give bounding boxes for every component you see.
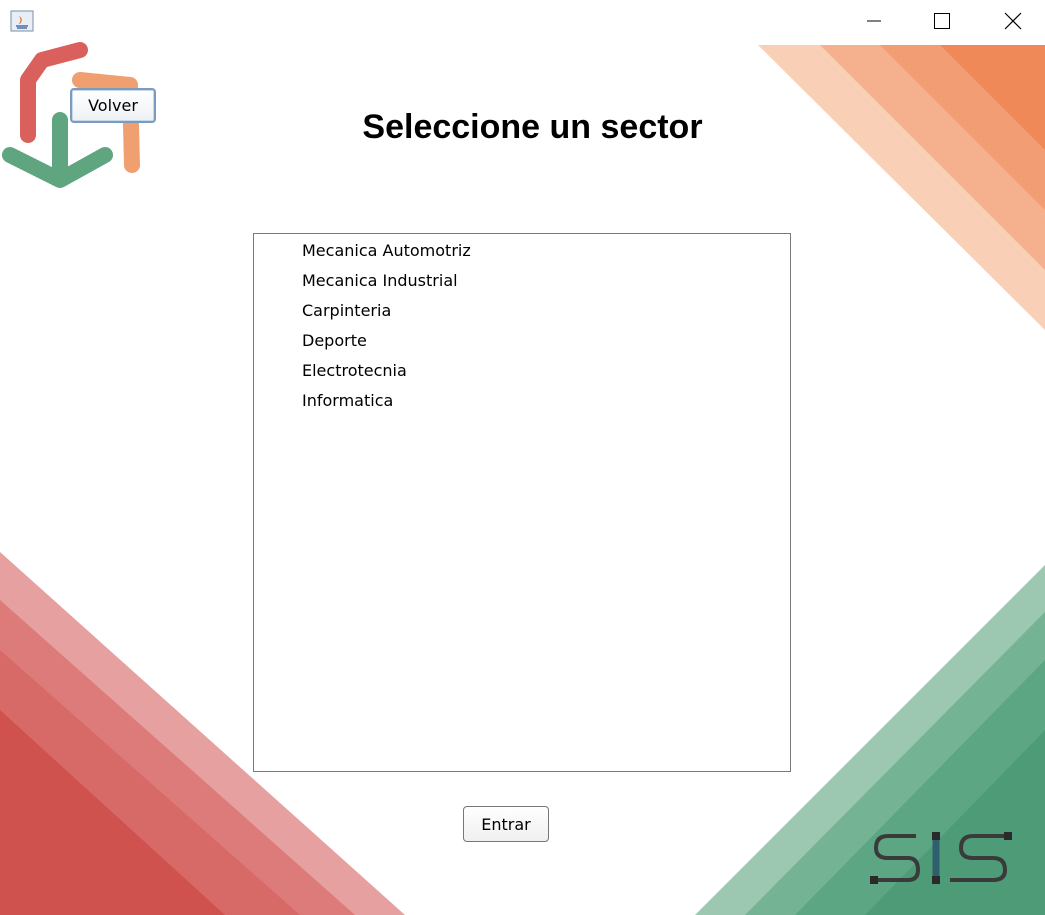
red-stripe — [0, 710, 225, 915]
minimize-button[interactable] — [851, 0, 897, 42]
orange-stripe — [820, 45, 1045, 270]
sector-list[interactable]: Mecanica Automotriz Mecanica Industrial … — [253, 233, 791, 772]
list-item[interactable]: Electrotecnia — [294, 358, 790, 388]
maximize-button[interactable] — [919, 0, 965, 42]
java-icon[interactable] — [10, 10, 34, 32]
close-icon — [1004, 12, 1022, 30]
minimize-icon — [867, 20, 881, 22]
enter-button[interactable]: Entrar — [463, 806, 549, 842]
list-item[interactable]: Deporte — [294, 328, 790, 358]
list-item[interactable]: Informatica — [294, 388, 790, 418]
close-button[interactable] — [990, 0, 1036, 42]
maximize-icon — [934, 13, 950, 29]
sis-logo-icon — [870, 832, 1012, 884]
orange-stripe — [758, 45, 1045, 330]
list-item[interactable]: Carpinteria — [294, 298, 790, 328]
page-title: Seleccione un sector — [362, 108, 703, 146]
list-item[interactable]: Mecanica Automotriz — [294, 238, 790, 268]
window-titlebar — [0, 0, 1045, 42]
list-item[interactable]: Mecanica Industrial — [294, 268, 790, 298]
